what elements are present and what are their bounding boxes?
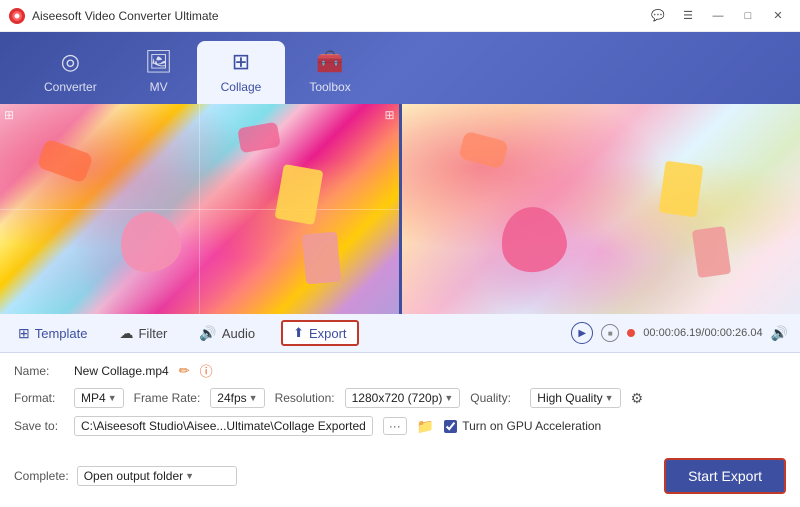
saveto-label: Save to: xyxy=(14,419,64,433)
grid-line-h xyxy=(0,209,399,210)
progress-dot[interactable] xyxy=(627,329,635,337)
play-button[interactable]: ▶ xyxy=(571,322,593,344)
menu-button[interactable]: ☰ xyxy=(674,6,702,26)
name-label: Name: xyxy=(14,364,64,378)
format-value: MP4 xyxy=(81,391,106,405)
tab-converter[interactable]: ◎ Converter xyxy=(20,41,121,104)
name-value: New Collage.mp4 xyxy=(74,364,169,378)
deco-clip-r1 xyxy=(659,160,704,217)
export-toolbar-icon: ⬆ xyxy=(293,325,304,341)
saveto-value: C:\Aiseesoft Studio\Aisee...Ultimate\Col… xyxy=(81,419,366,433)
info-name-icon[interactable]: ⓘ xyxy=(200,361,213,380)
playback-controls: ▶ ■ 00:00:06.19/00:00:26.04 🔊 xyxy=(571,322,788,344)
framerate-select[interactable]: 24fps ▼ xyxy=(210,388,264,408)
titlebar: Aiseesoft Video Converter Ultimate 💬 ☰ —… xyxy=(0,0,800,32)
tab-converter-label: Converter xyxy=(44,80,97,94)
titlebar-controls: 💬 ☰ — □ ✕ xyxy=(644,6,792,26)
edit-name-icon[interactable]: ✏ xyxy=(179,363,190,379)
preview-area: ⊞ ⊞ xyxy=(0,104,800,314)
maximize-button[interactable]: □ xyxy=(734,6,762,26)
audio-button[interactable]: 🔊 Audio xyxy=(193,322,261,345)
volume-icon[interactable]: 🔊 xyxy=(771,325,788,342)
app-logo xyxy=(8,7,26,25)
gpu-label[interactable]: Turn on GPU Acceleration xyxy=(444,419,601,433)
filter-icon: ☁ xyxy=(119,325,133,342)
tab-toolbox[interactable]: 🧰 Toolbox xyxy=(285,41,374,104)
deco-clip-r2 xyxy=(692,226,731,278)
complete-select[interactable]: Open output folder ▼ xyxy=(77,466,237,486)
quality-label: Quality: xyxy=(470,391,520,405)
preview-right-overlay xyxy=(402,104,800,314)
format-label: Format: xyxy=(14,391,64,405)
format-arrow: ▼ xyxy=(108,393,117,403)
tab-mv[interactable]: 🖼 MV xyxy=(121,41,197,104)
complete-value: Open output folder xyxy=(84,469,183,483)
complete-row: Complete: Open output folder ▼ xyxy=(14,466,237,486)
close-button[interactable]: ✕ xyxy=(764,6,792,26)
resolution-value: 1280x720 (720p) xyxy=(352,391,443,405)
framerate-arrow: ▼ xyxy=(249,393,258,403)
tab-collage[interactable]: ⊞ Collage xyxy=(197,41,286,104)
resolution-label: Resolution: xyxy=(275,391,335,405)
tab-collage-label: Collage xyxy=(221,80,262,94)
template-button[interactable]: ⊞ Template xyxy=(12,322,93,345)
format-select[interactable]: MP4 ▼ xyxy=(74,388,124,408)
preview-left: ⊞ ⊞ xyxy=(0,104,399,314)
gpu-label-text: Turn on GPU Acceleration xyxy=(462,419,601,433)
quality-select[interactable]: High Quality ▼ xyxy=(530,388,620,408)
collage-icon: ⊞ xyxy=(232,49,250,75)
resolution-arrow: ▼ xyxy=(444,393,453,403)
tab-mv-label: MV xyxy=(150,80,168,94)
start-export-button[interactable]: Start Export xyxy=(664,458,786,494)
tab-toolbox-label: Toolbox xyxy=(309,80,350,94)
complete-arrow: ▼ xyxy=(185,471,194,481)
audio-label: Audio xyxy=(222,326,255,341)
name-row: Name: New Collage.mp4 ✏ ⓘ xyxy=(14,361,786,380)
gpu-checkbox[interactable] xyxy=(444,420,457,433)
minimize-button[interactable]: — xyxy=(704,6,732,26)
complete-label: Complete: xyxy=(14,469,69,483)
audio-icon: 🔊 xyxy=(199,325,216,342)
toolbar: ⊞ Template ☁ Filter 🔊 Audio ⬆ Export ▶ ■… xyxy=(0,314,800,353)
converter-icon: ◎ xyxy=(61,49,80,75)
template-icon: ⊞ xyxy=(18,325,30,342)
saveto-row: Save to: C:\Aiseesoft Studio\Aisee...Ult… xyxy=(14,416,786,436)
titlebar-left: Aiseesoft Video Converter Ultimate xyxy=(8,7,219,25)
quality-gear-icon[interactable]: ⚙ xyxy=(631,390,644,407)
mv-icon: 🖼 xyxy=(145,49,173,75)
quality-value: High Quality xyxy=(537,391,602,405)
app-title: Aiseesoft Video Converter Ultimate xyxy=(32,9,219,23)
tabbar: ◎ Converter 🖼 MV ⊞ Collage 🧰 Toolbox xyxy=(0,32,800,104)
saveto-input[interactable]: C:\Aiseesoft Studio\Aisee...Ultimate\Col… xyxy=(74,416,373,436)
chat-button[interactable]: 💬 xyxy=(644,6,672,26)
filter-label: Filter xyxy=(138,326,167,341)
preview-right-bg xyxy=(402,104,800,314)
grid-icon-tr: ⊞ xyxy=(384,108,394,122)
stop-button[interactable]: ■ xyxy=(601,324,619,342)
filter-button[interactable]: ☁ Filter xyxy=(113,322,173,345)
preview-left-bg: ⊞ ⊞ xyxy=(0,104,399,314)
grid-icon-tl: ⊞ xyxy=(4,108,14,122)
preview-right xyxy=(399,104,800,314)
framerate-value: 24fps xyxy=(217,391,246,405)
deco-clip2 xyxy=(302,231,341,284)
framerate-label: Frame Rate: xyxy=(134,391,201,405)
format-row: Format: MP4 ▼ Frame Rate: 24fps ▼ Resolu… xyxy=(14,388,786,408)
browse-button[interactable]: ··· xyxy=(383,417,407,435)
toolbox-icon: 🧰 xyxy=(316,49,343,75)
bottom-row: Complete: Open output folder ▼ Start Exp… xyxy=(0,452,800,502)
timecode: 00:00:06.19/00:00:26.04 xyxy=(643,327,762,339)
folder-icon[interactable]: 📁 xyxy=(417,418,434,435)
resolution-select[interactable]: 1280x720 (720p) ▼ xyxy=(345,388,461,408)
settings-panel: Name: New Collage.mp4 ✏ ⓘ Format: MP4 ▼ … xyxy=(0,353,800,452)
export-toolbar-label: Export xyxy=(309,326,347,341)
export-toolbar-button[interactable]: ⬆ Export xyxy=(281,320,358,346)
template-label: Template xyxy=(35,326,88,341)
quality-arrow: ▼ xyxy=(605,393,614,403)
